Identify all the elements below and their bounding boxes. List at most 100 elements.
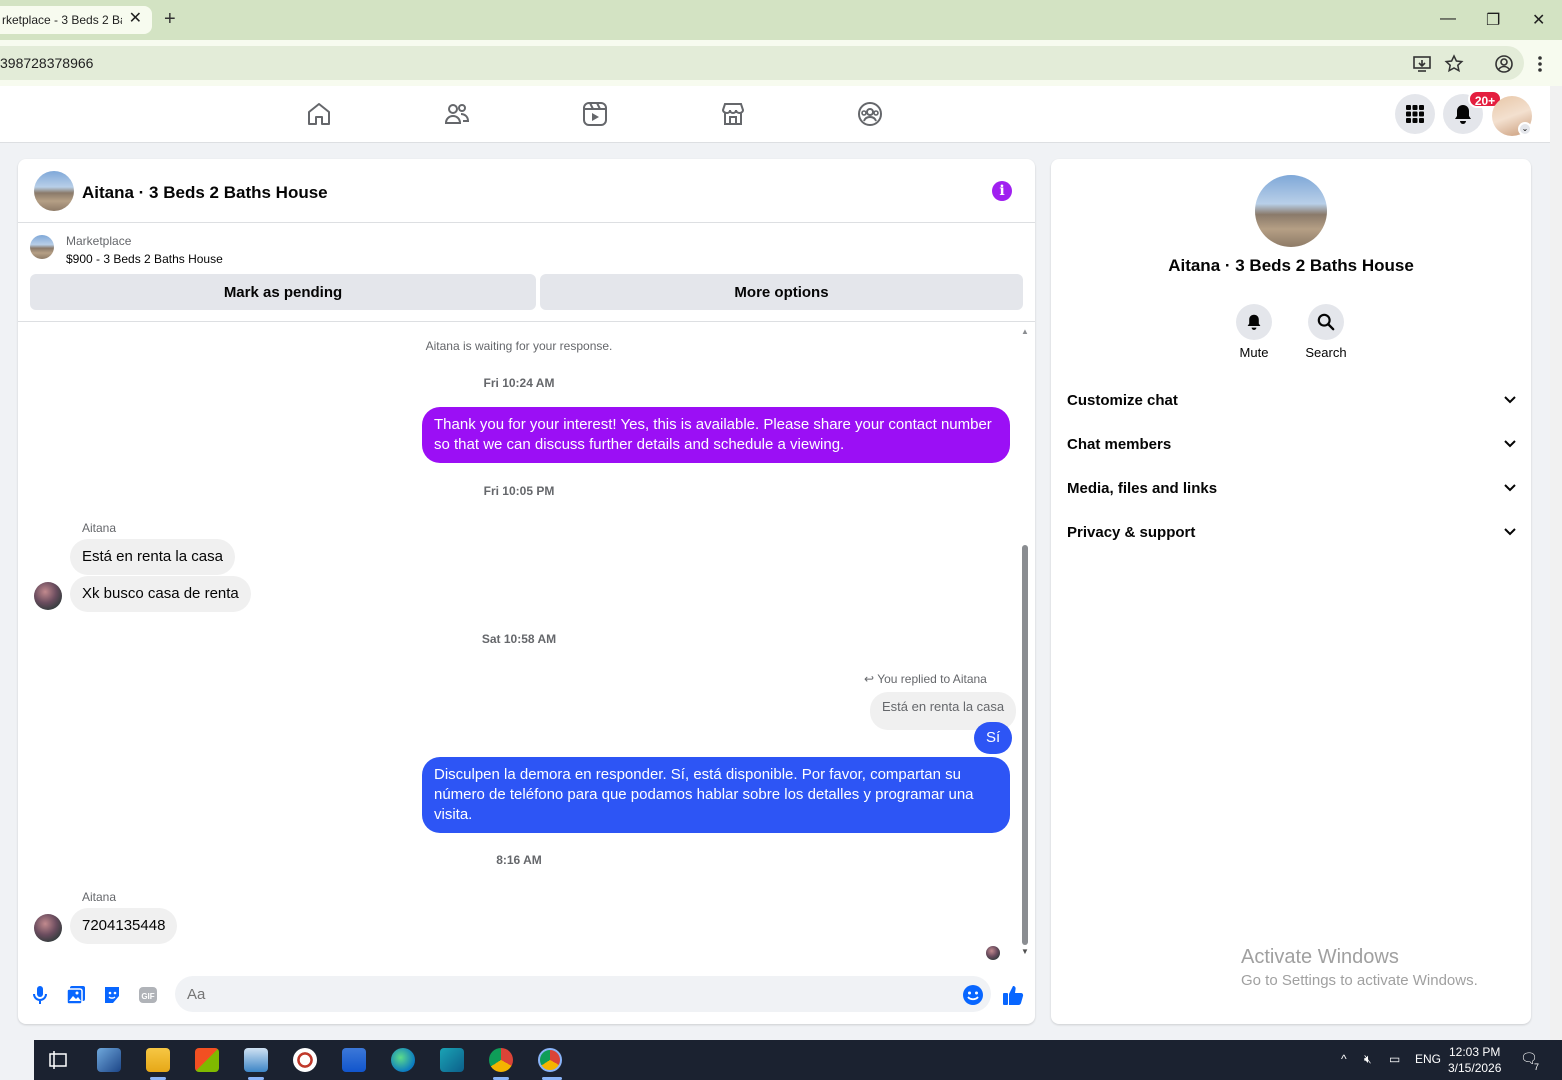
browser-tab[interactable]: rketplace - 3 Beds 2 Ba ✕	[0, 6, 152, 34]
reply-indicator: ↩ You replied to Aitana	[864, 672, 987, 686]
apps-menu-button[interactable]	[1395, 94, 1435, 134]
listing-thumbnail[interactable]	[30, 235, 54, 259]
waiting-notice: Aitana is waiting for your response.	[425, 339, 613, 353]
chevron-down-icon	[1504, 396, 1516, 404]
language-indicator[interactable]: ENG	[1415, 1052, 1441, 1066]
like-button[interactable]	[1001, 983, 1025, 1007]
chevron-down-icon[interactable]: ⌄	[1518, 122, 1532, 136]
sender-name: Aitana	[82, 521, 117, 535]
new-tab-button[interactable]: +	[164, 8, 176, 31]
reply-note: You replied to Aitana	[877, 672, 987, 686]
friends-icon[interactable]	[444, 101, 470, 127]
sender-name: Aitana	[82, 890, 117, 904]
conversation-title: Aitana · 3 Beds 2 Baths House	[1168, 256, 1414, 275]
timestamp: Fri 10:05 PM	[483, 484, 555, 498]
page-scrollbar[interactable]	[1550, 86, 1562, 1040]
task-view-icon[interactable]	[46, 1048, 70, 1072]
volume-muted-icon[interactable]: 🔇︎	[1364, 1052, 1372, 1067]
tab-close-icon[interactable]: ✕	[129, 11, 142, 27]
photo-icon	[66, 986, 85, 1005]
chat-title[interactable]: Aitana · 3 Beds 2 Baths House	[82, 183, 328, 203]
chevron-down-icon	[1504, 440, 1516, 448]
chrome-icon[interactable]	[489, 1048, 513, 1072]
mail-icon[interactable]	[342, 1048, 366, 1072]
scroll-down-icon[interactable]: ▼	[1021, 947, 1029, 956]
emoji-button[interactable]	[961, 983, 985, 1007]
browser-menu-icon[interactable]	[1534, 54, 1546, 74]
sticker-button[interactable]	[100, 983, 124, 1007]
photos-icon[interactable]	[244, 1048, 268, 1072]
clock-date: 3/15/2026	[1448, 1061, 1502, 1075]
activate-windows-title: Activate Windows	[1241, 946, 1399, 968]
minimize-button[interactable]: —	[1440, 10, 1456, 28]
bell-icon	[1247, 314, 1261, 330]
clock[interactable]: 12:03 PM 3/15/2026	[1448, 1044, 1501, 1076]
search-label: Search	[1305, 345, 1347, 360]
paint-icon[interactable]	[293, 1048, 317, 1072]
bookmark-star-icon[interactable]	[1444, 54, 1464, 74]
listing-title[interactable]: $900 - 3 Beds 2 Baths House	[66, 252, 223, 266]
profile-icon[interactable]	[1494, 54, 1514, 74]
show-hidden-icons[interactable]: ^	[1341, 1052, 1347, 1066]
section-label: Customize chat	[1067, 391, 1178, 409]
chat-header: Aitana · 3 Beds 2 Baths House i	[18, 159, 1035, 223]
groups-icon[interactable]	[857, 101, 883, 127]
more-options-button[interactable]: More options	[540, 274, 1023, 310]
home-icon[interactable]	[306, 101, 332, 127]
close-window-button[interactable]: ✕	[1532, 10, 1545, 30]
scroll-up-icon[interactable]: ▲	[1021, 327, 1029, 336]
incoming-message[interactable]: Xk busco casa de renta	[70, 576, 251, 612]
outgoing-message[interactable]: Disculpen la demora en responder. Sí, es…	[422, 757, 1010, 833]
file-explorer-icon[interactable]	[146, 1048, 170, 1072]
sender-avatar[interactable]	[34, 582, 62, 610]
thumbs-up-icon	[1003, 986, 1024, 1005]
remote-desktop-icon[interactable]	[97, 1048, 121, 1072]
sender-avatar[interactable]	[34, 914, 62, 942]
gif-button[interactable]: GIF	[136, 983, 160, 1007]
incoming-message[interactable]: Está en renta la casa	[70, 539, 235, 575]
chevron-down-icon	[1504, 484, 1516, 492]
voice-clip-button[interactable]	[28, 983, 52, 1007]
info-icon[interactable]: i	[992, 181, 1012, 201]
section-label: Media, files and links	[1067, 479, 1218, 497]
clock-time: 12:03 PM	[1449, 1045, 1501, 1059]
incoming-message[interactable]: 7204135448	[70, 908, 178, 944]
reply-arrow-icon: ↩	[864, 672, 875, 686]
edge-icon[interactable]	[391, 1048, 415, 1072]
customize-chat-section[interactable]: Customize chat	[1067, 378, 1517, 422]
chrome-profile-icon[interactable]	[538, 1048, 562, 1072]
facebook-header	[0, 86, 1550, 143]
store-icon[interactable]	[195, 1048, 219, 1072]
outgoing-message[interactable]: Sí	[974, 722, 1013, 754]
message-input[interactable]	[175, 976, 991, 1012]
search-in-conversation-button[interactable]	[1308, 304, 1344, 340]
activate-windows-subtitle: Go to Settings to activate Windows.	[1241, 972, 1478, 989]
taskbar-left-edge	[0, 1040, 34, 1080]
grid-icon	[1406, 105, 1424, 123]
marketplace-icon[interactable]	[720, 101, 746, 127]
listing-avatar-large[interactable]	[1255, 175, 1327, 247]
chat-members-section[interactable]: Chat members	[1067, 422, 1517, 466]
privacy-support-section[interactable]: Privacy & support	[1067, 510, 1517, 554]
media-files-links-section[interactable]: Media, files and links	[1067, 466, 1517, 510]
tab-title: rketplace - 3 Beds 2 Ba	[2, 13, 122, 27]
attach-photo-button[interactable]	[64, 983, 88, 1007]
search-icon	[1317, 313, 1335, 331]
outgoing-message[interactable]: Thank you for your interest! Yes, this i…	[422, 407, 1010, 463]
conversation-info-panel: Aitana · 3 Beds 2 Baths House Mute Searc…	[1051, 159, 1531, 1024]
chat-panel: Aitana · 3 Beds 2 Baths House i Marketpl…	[18, 159, 1035, 1024]
bell-icon	[1455, 105, 1471, 124]
mute-button[interactable]	[1236, 304, 1272, 340]
install-app-icon[interactable]	[1412, 54, 1432, 74]
video-icon[interactable]	[582, 101, 608, 127]
network-icon[interactable]: ▭	[1389, 1052, 1400, 1066]
messages-scrollbar[interactable]: ▲ ▼	[1020, 325, 1030, 957]
scroll-thumb[interactable]	[1022, 545, 1028, 945]
mark-as-pending-button[interactable]: Mark as pending	[30, 274, 536, 310]
address-bar-row: 398728378966	[0, 40, 1562, 86]
listing-avatar[interactable]	[34, 171, 74, 211]
restore-button[interactable]: ❐	[1486, 10, 1500, 30]
url-field[interactable]: 398728378966	[0, 46, 1524, 80]
app-icon[interactable]	[440, 1048, 464, 1072]
svg-text:GIF: GIF	[141, 992, 154, 1001]
